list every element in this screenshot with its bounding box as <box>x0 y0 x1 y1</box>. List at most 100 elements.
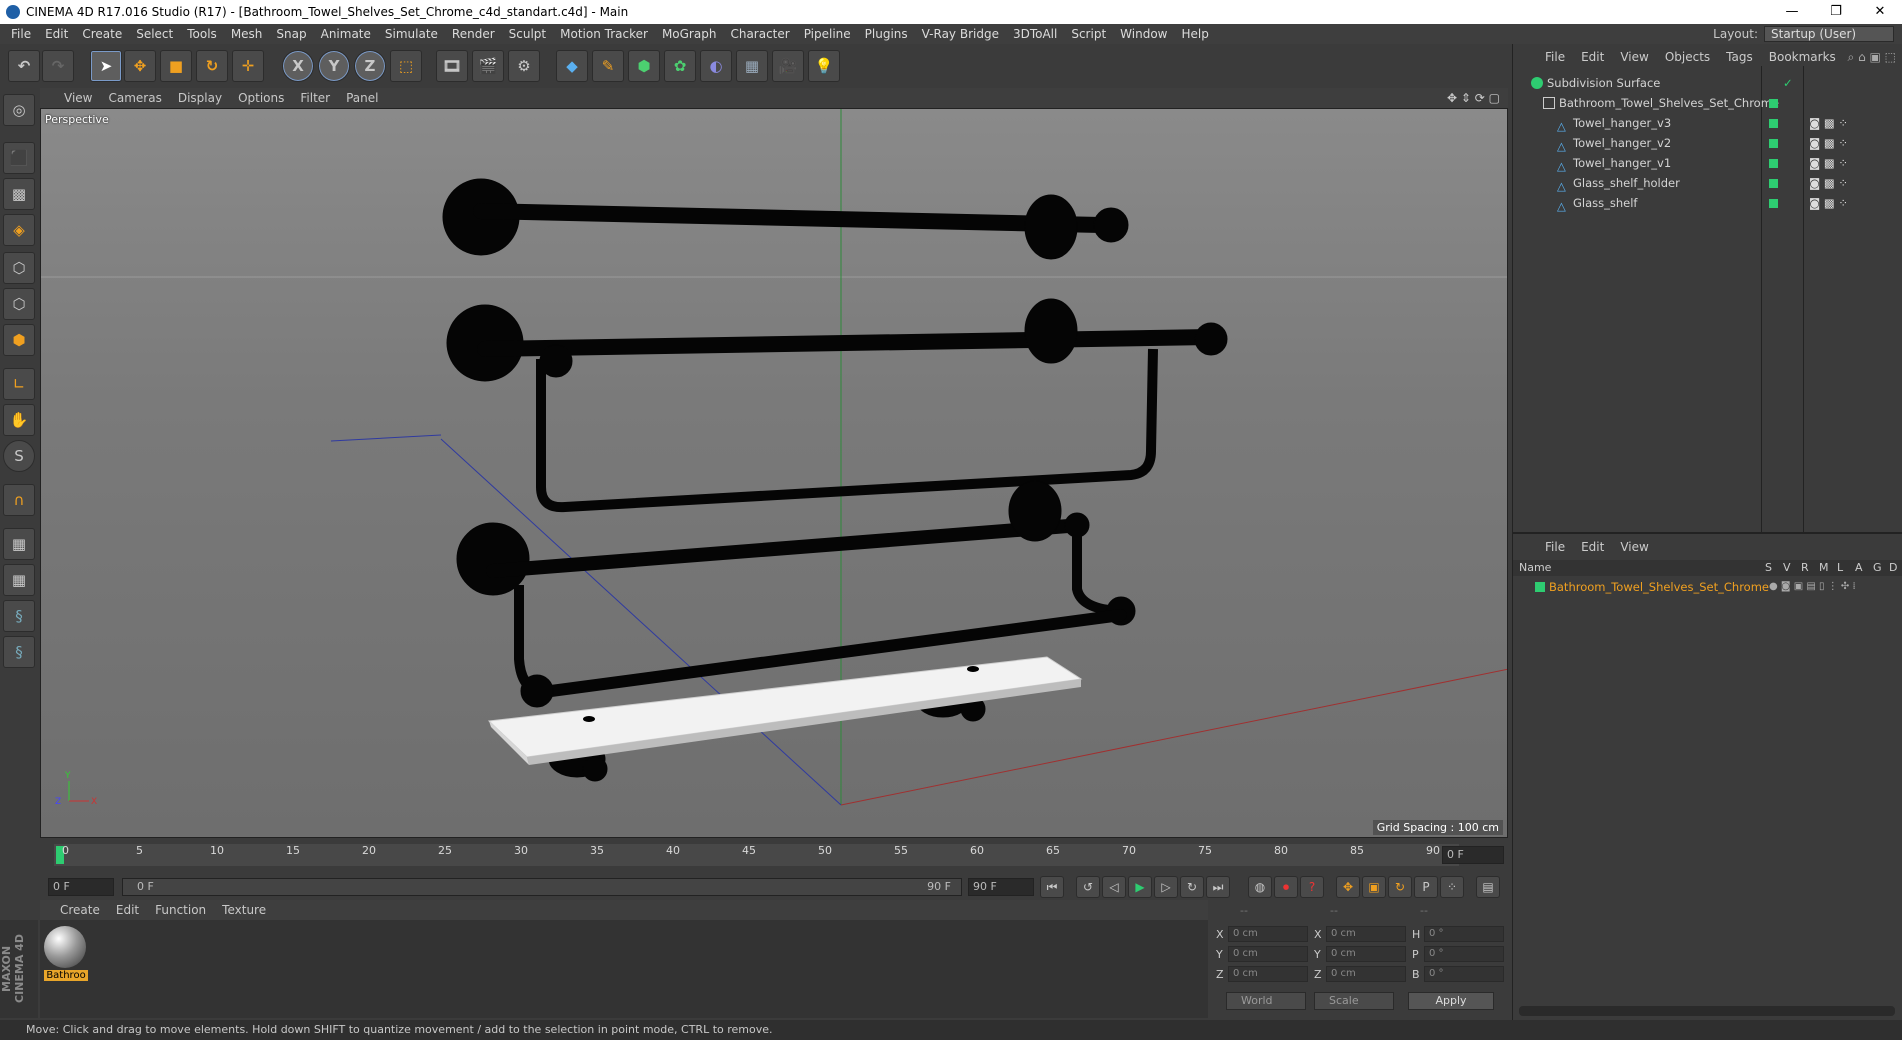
material-tag-icon[interactable]: ◙ ▩ ⁘ <box>1809 154 1848 172</box>
scale-tool-icon[interactable]: ■ <box>160 50 192 82</box>
end-frame-field[interactable]: 90 F <box>968 878 1034 896</box>
enabled-check-icon[interactable]: ✓ <box>1783 74 1793 92</box>
viewport-camera-label[interactable]: Perspective <box>45 113 109 126</box>
current-frame-field[interactable]: 0 F <box>1442 846 1504 864</box>
material-tag-icon[interactable]: ◙ ▩ ⁘ <box>1809 114 1848 132</box>
start-frame-field[interactable]: 0 F <box>48 878 114 896</box>
coordinate-system-icon[interactable]: ⬚ <box>390 50 422 82</box>
subdivision-icon[interactable]: ⬢ <box>628 50 660 82</box>
object-row[interactable]: Subdivision Surface ✓ <box>1519 74 1899 92</box>
name-column-header[interactable]: Name <box>1519 561 1551 574</box>
material-tag-icon[interactable]: ◙ ▩ ⁘ <box>1809 134 1848 152</box>
close-button[interactable]: ✕ <box>1858 0 1902 24</box>
key-param-icon[interactable]: P <box>1414 876 1438 898</box>
menu-sculpt[interactable]: Sculpt <box>502 27 553 41</box>
timeline-ruler[interactable]: 0 5 10 15 20 25 30 35 40 45 50 55 60 65 … <box>54 844 1459 866</box>
menu-vray-bridge[interactable]: V-Ray Bridge <box>915 27 1006 41</box>
viewport-menu-display[interactable]: Display <box>170 91 230 105</box>
viewport-nav-icons[interactable]: ✥ ⇕ ⟳ ▢ <box>1447 91 1500 105</box>
menu-plugins[interactable]: Plugins <box>858 27 915 41</box>
render-column-header[interactable]: R <box>1801 561 1809 574</box>
visibility-dot[interactable] <box>1769 119 1778 128</box>
object-menu-bookmarks[interactable]: Bookmarks <box>1761 50 1844 64</box>
object-menu-file[interactable]: File <box>1537 50 1573 64</box>
make-editable-icon[interactable]: ◎ <box>3 94 35 126</box>
menu-pipeline[interactable]: Pipeline <box>797 27 858 41</box>
material-menu-texture[interactable]: Texture <box>214 903 274 917</box>
menu-window[interactable]: Window <box>1113 27 1174 41</box>
frame-range-slider[interactable]: 0 F 90 F <box>122 878 962 896</box>
python-script-icon[interactable]: § <box>3 636 35 668</box>
position-x-field[interactable]: 0 cm <box>1228 926 1308 942</box>
redo-icon[interactable]: ↷ <box>42 50 74 82</box>
menu-mograph[interactable]: MoGraph <box>655 27 724 41</box>
solo-column-header[interactable]: S <box>1765 561 1772 574</box>
viewport-menu-filter[interactable]: Filter <box>292 91 338 105</box>
edges-mode-icon[interactable]: ⬡ <box>3 288 35 320</box>
layer-menu-edit[interactable]: Edit <box>1573 540 1612 554</box>
size-x-field[interactable]: 0 cm <box>1326 926 1406 942</box>
deformers-column-header[interactable]: D <box>1889 561 1897 574</box>
layout-dropdown[interactable]: Startup (User) <box>1764 26 1894 42</box>
layer-menu-file[interactable]: File <box>1537 540 1573 554</box>
object-menu-view[interactable]: View <box>1612 50 1656 64</box>
object-panel-tools-icon[interactable]: ⌕ ⌂ ▣ ⬚ <box>1848 50 1896 65</box>
size-z-field[interactable]: 0 cm <box>1326 966 1406 982</box>
menu-create[interactable]: Create <box>75 27 129 41</box>
object-row[interactable]: Bathroom_Towel_Shelves_Set_Chrome <box>1519 94 1899 112</box>
menu-help[interactable]: Help <box>1174 27 1215 41</box>
x-axis-lock-icon[interactable]: X <box>282 50 314 82</box>
pen-spline-icon[interactable]: ✎ <box>592 50 624 82</box>
viewport-menu-view[interactable]: View <box>56 91 100 105</box>
rotation-h-field[interactable]: 0 ° <box>1424 926 1504 942</box>
rotation-p-field[interactable]: 0 ° <box>1424 946 1504 962</box>
axis-mode-icon[interactable]: ∟ <box>3 368 35 400</box>
menu-select[interactable]: Select <box>129 27 180 41</box>
position-z-field[interactable]: 0 cm <box>1228 966 1308 982</box>
apply-button[interactable]: Apply <box>1408 992 1494 1010</box>
floor-scene-icon[interactable]: ▦ <box>736 50 768 82</box>
move-tool-icon[interactable]: ✥ <box>124 50 156 82</box>
menu-edit[interactable]: Edit <box>38 27 75 41</box>
object-row[interactable]: △ Glass_shelf_holder ◙ ▩ ⁘ <box>1519 174 1899 193</box>
menu-tools[interactable]: Tools <box>180 27 224 41</box>
3d-viewport[interactable]: Y X Z Perspective Grid Spacing : 100 cm <box>40 108 1508 838</box>
goto-start-icon[interactable]: ⏮ <box>1040 876 1064 898</box>
python-icon[interactable]: § <box>3 600 35 632</box>
visibility-dot[interactable] <box>1769 199 1778 208</box>
menu-animate[interactable]: Animate <box>314 27 378 41</box>
material-menu-edit[interactable]: Edit <box>108 903 147 917</box>
viewport-menu-panel[interactable]: Panel <box>338 91 386 105</box>
key-scale-icon[interactable]: ▣ <box>1362 876 1386 898</box>
layer-flag-icons[interactable]: ● ◙ ▣ ▤ ▯ ⋮ ✣ ⁞ <box>1769 578 1856 596</box>
workplane-mode-icon[interactable]: ◈ <box>3 214 35 246</box>
size-y-field[interactable]: 0 cm <box>1326 946 1406 962</box>
viewport-menu-options[interactable]: Options <box>230 91 292 105</box>
position-y-field[interactable]: 0 cm <box>1228 946 1308 962</box>
visibility-dot[interactable] <box>1769 159 1778 168</box>
coordinate-mode-dropdown[interactable]: Scale <box>1314 992 1394 1010</box>
mograph-cloner-icon[interactable]: ✿ <box>664 50 696 82</box>
snap-s-icon[interactable]: S <box>3 440 35 472</box>
play-icon[interactable]: ▶ <box>1128 876 1152 898</box>
menu-file[interactable]: File <box>4 27 38 41</box>
menu-script[interactable]: Script <box>1064 27 1113 41</box>
key-position-icon[interactable]: ✥ <box>1336 876 1360 898</box>
visibility-dot[interactable] <box>1769 179 1778 188</box>
object-menu-tags[interactable]: Tags <box>1718 50 1761 64</box>
material-swatch[interactable]: Bathroo <box>44 926 88 982</box>
undo-icon[interactable]: ↶ <box>8 50 40 82</box>
texture-mode-icon[interactable]: ▩ <box>3 178 35 210</box>
object-row[interactable]: △ Towel_hanger_v3 ◙ ▩ ⁘ <box>1519 114 1899 133</box>
horizontal-scrollbar[interactable] <box>1519 1006 1895 1016</box>
maximize-button[interactable]: ❐ <box>1814 0 1858 24</box>
object-row[interactable]: △ Towel_hanger_v2 ◙ ▩ ⁘ <box>1519 134 1899 153</box>
visible-column-header[interactable]: V <box>1783 561 1791 574</box>
manager-column-header[interactable]: M <box>1819 561 1829 574</box>
next-key-icon[interactable]: ↻ <box>1180 876 1204 898</box>
light-icon[interactable]: 💡 <box>808 50 840 82</box>
menu-3dtoall[interactable]: 3DToAll <box>1006 27 1064 41</box>
key-pla-icon[interactable]: ⁘ <box>1440 876 1464 898</box>
layer-row[interactable]: Bathroom_Towel_Shelves_Set_Chrome ● ◙ ▣ … <box>1519 578 1899 596</box>
model-mode-icon[interactable]: ⬛ <box>3 142 35 174</box>
